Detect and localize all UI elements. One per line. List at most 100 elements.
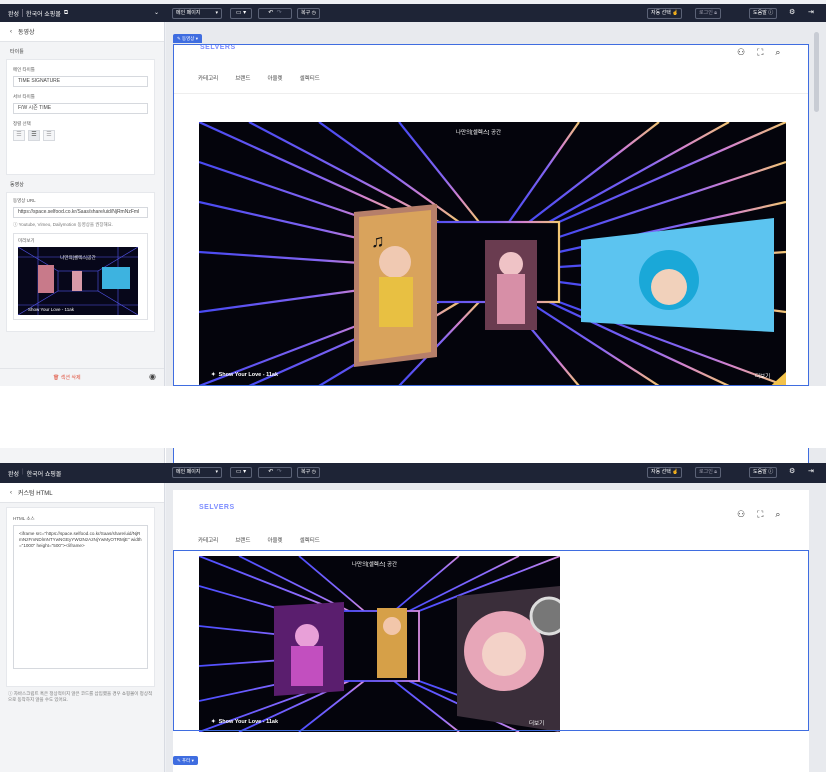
svg-text:Show Your Love - 11ak: Show Your Love - 11ak	[28, 307, 75, 312]
redo-icon[interactable]: ↷	[277, 469, 282, 475]
search-icon[interactable]: ⌕	[775, 510, 780, 519]
sidebar-header: ‹ 동영상	[0, 22, 164, 42]
sidebar-footer: 🗑︎ 섹션 삭제 ◉	[0, 368, 164, 386]
auto-select-label-2: 자동 선택	[651, 469, 671, 475]
preview-thumbnail: 나만의[셀렉스]공간 Show Your Love - 11ak	[18, 247, 143, 315]
gear-icon[interactable]: ⚙	[789, 468, 795, 476]
align-selector: ☰ ☰ ☰	[13, 130, 148, 141]
pointer-icon: ☝	[672, 469, 679, 475]
pointer-icon: ☝	[672, 10, 679, 16]
sidebar-tail	[0, 448, 165, 463]
redo-icon[interactable]: ↷	[277, 10, 282, 16]
delete-section-label: 섹션 삭제	[60, 375, 81, 381]
html-card: HTML 소스 <iframe src="https://space.selfo…	[6, 507, 155, 687]
question-icon: ⓘ	[768, 10, 774, 16]
selected-section-outline	[173, 44, 809, 386]
settings-sidebar: ‹ 동영상 타이틀 메인 타이틀 TIME SIGNATURE 서브 타이틀 F…	[0, 22, 165, 386]
restore-label: 복구	[301, 10, 311, 16]
site-nav-2: 카테고리 브랜드 아울렛 셀렉티드	[198, 536, 320, 544]
delete-section-button[interactable]: 🗑︎ 섹션 삭제	[53, 374, 81, 381]
login-button-2[interactable]: 로그인 🔒︎	[695, 467, 721, 478]
history-icon: ◷	[311, 469, 316, 475]
footer-tag-label: 푸터	[182, 758, 191, 763]
canvas-scrollbar[interactable]	[814, 32, 819, 112]
auto-select-label: 자동 선택	[651, 10, 671, 16]
footer-tag[interactable]: ✎ 푸터 ▾	[173, 756, 198, 765]
question-icon: ⓘ	[768, 469, 774, 475]
restore-button[interactable]: 복구 ◷	[297, 8, 320, 19]
align-left-icon[interactable]: ☰	[13, 130, 25, 141]
chevron-down-icon[interactable]: ⌄	[154, 9, 159, 16]
html-note: ⓘ 자바스크립트 혹은 정상적이지 않은 코드를 삽입했을 경우 쇼핑몰이 정상…	[8, 691, 156, 703]
auto-select-button-2[interactable]: 자동 선택 ☝	[647, 467, 683, 478]
lock-icon: 🔒︎	[714, 10, 717, 16]
nav-item-selected[interactable]: 셀렉티드	[300, 536, 320, 544]
help-label-2: 도움말	[753, 469, 767, 475]
restore-label-2: 복구	[301, 469, 311, 475]
align-right-icon[interactable]: ☰	[43, 130, 55, 141]
page-select[interactable]: 메인 페이지	[172, 8, 222, 19]
shop-name-2[interactable]: 한국어 쇼핑몰	[27, 469, 62, 478]
video-url-label: 동영상 URL	[13, 198, 36, 203]
undo-icon[interactable]: ↶	[268, 469, 273, 475]
auto-select-button[interactable]: 자동 선택 ☝	[647, 8, 683, 19]
bag-icon[interactable]: ⛶	[757, 510, 763, 519]
html-source-label: HTML 소스	[13, 516, 35, 521]
nav-item-outlet[interactable]: 아울렛	[267, 536, 282, 544]
main-title-input[interactable]: TIME SIGNATURE	[13, 76, 148, 87]
preview-thumbnail-image: 나만의[셀렉스]공간 Show Your Love - 11ak	[18, 247, 139, 315]
external-link-icon[interactable]: ⧉	[64, 10, 68, 17]
nav-item-brand[interactable]: 브랜드	[235, 536, 250, 544]
help-button-2[interactable]: 도움말 ⓘ	[749, 467, 778, 478]
canvas-tail-page	[173, 448, 809, 463]
preview-canvas-2: SELVERS ⚇ ⛶ ⌕ 카테고리 브랜드 아울렛 셀렉티드 나만의[셀렉스]…	[166, 483, 826, 772]
undo-icon[interactable]: ↶	[268, 10, 273, 16]
site-brand-2[interactable]: SELVERS	[199, 504, 235, 511]
top-bar-2-content: 완성|한국어 쇼핑몰 메인 페이지 ▭ ▾ ↶ ↷ 복구 ◷ 자동 선택 ☝ 로…	[0, 465, 826, 481]
lock-icon: 🔒︎	[714, 469, 717, 475]
back-icon[interactable]: ‹	[10, 29, 12, 35]
login-button[interactable]: 로그인 🔒︎	[695, 8, 721, 19]
sub-title-input[interactable]: F/W 시즌 TIME	[13, 103, 148, 114]
page-select-2[interactable]: 메인 페이지	[172, 467, 222, 478]
selected-section-tag-label: 동영상	[182, 36, 195, 41]
html-note-text: 자바스크립트 혹은 정상적이지 않은 코드를 삽입했을 경우 쇼핑몰이 정상적으…	[8, 691, 153, 702]
eye-icon[interactable]: ◉	[149, 372, 156, 381]
user-icon[interactable]: ⚇	[737, 510, 745, 519]
editor-video-section: 완성 한국어 쇼핑몰 ⧉ ⌄ 메인 페이지 ▭ ▾ ↶ ↷ 복구 ◷ 자동 선택…	[0, 0, 826, 386]
gear-icon[interactable]: ⚙	[789, 9, 795, 17]
back-icon[interactable]: ‹	[10, 490, 12, 496]
trash-icon: 🗑︎	[53, 375, 60, 381]
device-select-2[interactable]: ▭ ▾	[230, 467, 252, 478]
html-source-textarea[interactable]: <iframe src="https://space.selfood.co.kr…	[13, 525, 148, 669]
undo-redo-group-2: ↶ ↷	[258, 467, 292, 478]
align-center-icon[interactable]: ☰	[28, 130, 40, 141]
video-url-input[interactable]: https://space.selfood.co.kr/Saas/share/u…	[13, 207, 148, 218]
restore-button-2[interactable]: 복구 ◷	[297, 467, 320, 478]
exit-icon[interactable]: ⇥	[808, 9, 814, 17]
align-label: 정렬 선택	[13, 121, 31, 126]
help-button[interactable]: 도움말 ⓘ	[749, 8, 778, 19]
selected-section-outline-2	[173, 550, 809, 731]
info-icon: ⓘ	[13, 222, 18, 227]
preview-label: 미리보기	[18, 238, 35, 243]
svg-text:나만의[셀렉스]공간: 나만의[셀렉스]공간	[60, 254, 96, 261]
preview-box: 미리보기 나만의[셀렉스]공간 Show Your Love - 11ak	[13, 233, 148, 320]
header-icons-2: ⚇ ⛶ ⌕	[737, 510, 780, 519]
nav-item-category[interactable]: 카테고리	[198, 536, 218, 544]
app-label-2: 완성	[8, 472, 20, 478]
selected-section-tag[interactable]: ✎ 동영상 ▾	[173, 34, 202, 43]
video-url-note-text: Youtube, Vimeo, Dailymotion 동영상을 권장해요.	[18, 222, 114, 227]
main-title-label: 메인 타이틀	[13, 67, 35, 72]
help-label: 도움말	[753, 10, 767, 16]
undo-redo-group: ↶ ↷	[258, 8, 292, 19]
login-label-2: 로그인	[699, 469, 713, 475]
sidebar-title-2: 커스텀 HTML	[18, 491, 53, 497]
exit-icon[interactable]: ⇥	[808, 468, 814, 476]
shop-name[interactable]: 한국어 쇼핑몰	[26, 9, 61, 18]
history-icon: ◷	[311, 10, 316, 16]
device-select[interactable]: ▭ ▾	[230, 8, 252, 19]
top-bar: 완성 한국어 쇼핑몰 ⧉ ⌄ 메인 페이지 ▭ ▾ ↶ ↷ 복구 ◷ 자동 선택…	[0, 4, 826, 22]
section-video-heading: 동영상	[10, 182, 24, 188]
login-label: 로그인	[699, 10, 713, 16]
